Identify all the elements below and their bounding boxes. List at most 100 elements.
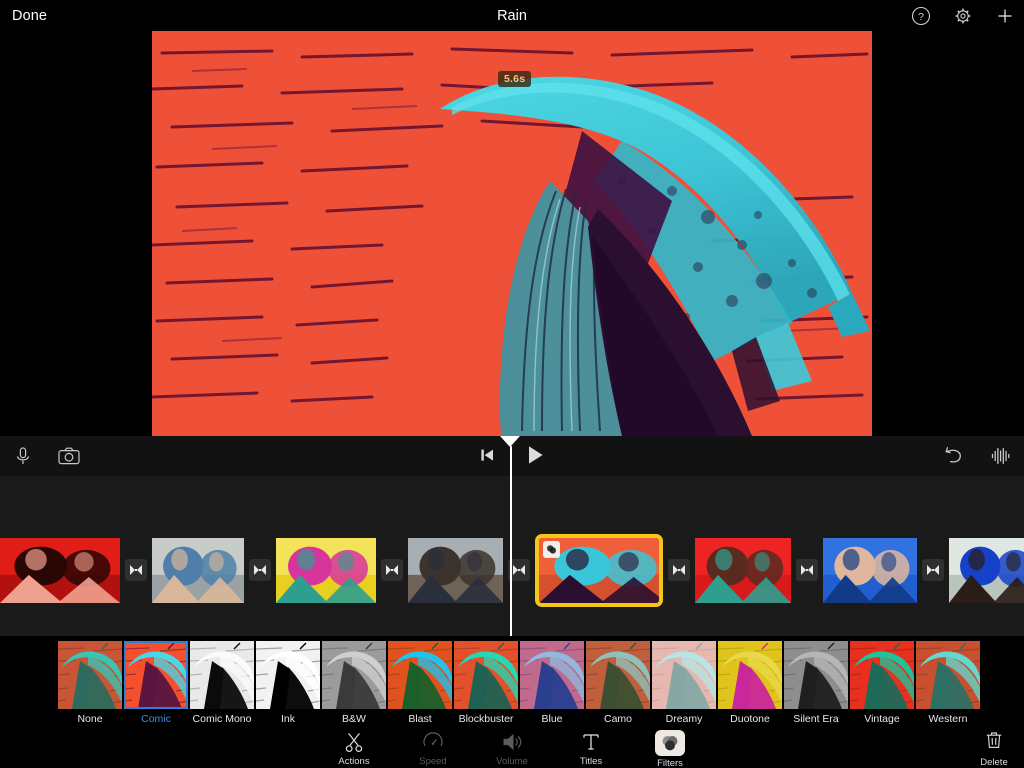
clip-thumbnail: [276, 537, 376, 603]
filter-label: Vintage: [864, 713, 900, 725]
timeline-clip[interactable]: [949, 537, 1024, 603]
playhead-line[interactable]: [510, 476, 512, 636]
filter-item-blue[interactable]: Blue: [519, 641, 585, 725]
page-title: Rain: [497, 7, 527, 24]
clip-filter-badge-icon: [543, 540, 560, 558]
skip-back-icon[interactable]: [474, 442, 500, 468]
clip-thumbnail: [152, 537, 244, 603]
filter-item-silent-era[interactable]: Silent Era: [783, 641, 849, 725]
filters-icon: [655, 730, 685, 756]
toolbar-item-label: Titles: [579, 756, 603, 767]
filter-label: Duotone: [730, 713, 770, 725]
filter-item-duotone[interactable]: Duotone: [717, 641, 783, 725]
imovie-editor: Done Rain ? 5.6s None Comic Comic Mono I…: [0, 0, 1024, 768]
clip-thumbnail: [823, 537, 917, 603]
filter-item-blast[interactable]: Blast: [387, 641, 453, 725]
playhead-line-top: [510, 446, 512, 476]
filter-label: Blue: [541, 713, 563, 725]
help-icon[interactable]: ?: [910, 5, 932, 27]
timeline-clip[interactable]: [152, 537, 244, 603]
video-preview[interactable]: [152, 31, 872, 436]
filter-thumbnail: [322, 641, 386, 709]
text-t-icon: [581, 730, 601, 754]
filter-thumbnail: [58, 641, 122, 709]
filter-label: Dreamy: [665, 713, 703, 725]
filter-item-dreamy[interactable]: Dreamy: [651, 641, 717, 725]
filter-label: None: [77, 713, 103, 725]
filter-item-ink[interactable]: Ink: [255, 641, 321, 725]
timeline-clip-selected[interactable]: [535, 533, 663, 607]
filter-item-camo[interactable]: Camo: [585, 641, 651, 725]
filter-strip[interactable]: None Comic Comic Mono Ink B&W Blast Blockbuste…: [0, 636, 1024, 726]
filter-thumbnail: [124, 641, 188, 709]
filter-label: Blast: [408, 713, 432, 725]
transition-icon[interactable]: [381, 559, 403, 581]
preview-frame: [152, 31, 872, 436]
filter-label: Western: [928, 713, 968, 725]
top-bar-actions: ?: [910, 5, 1016, 27]
microphone-icon[interactable]: [10, 443, 36, 469]
toolbar-actions-button[interactable]: Actions: [330, 730, 378, 768]
clip-thumbnail: [0, 537, 120, 603]
filter-thumbnail: [388, 641, 452, 709]
toolbar-filters-button[interactable]: Filters: [646, 730, 694, 768]
toolbar-item-label: Volume: [496, 756, 528, 767]
transition-icon[interactable]: [668, 559, 690, 581]
speaker-icon: [501, 730, 523, 754]
add-media-icon[interactable]: [994, 5, 1016, 27]
clip-duration-badge: 5.6s: [498, 71, 532, 88]
transition-icon[interactable]: [249, 559, 271, 581]
timeline-clip[interactable]: [276, 537, 376, 603]
bottom-toolbar: Actions Speed Volume Titles Filters Delete: [0, 726, 1024, 768]
clip-thumbnail: [949, 537, 1024, 603]
settings-icon[interactable]: [952, 5, 974, 27]
filter-thumbnail: [256, 641, 320, 709]
svg-text:?: ?: [918, 11, 924, 23]
filter-thumbnail: [454, 641, 518, 709]
filter-thumbnail: [718, 641, 782, 709]
undo-icon[interactable]: [940, 443, 966, 469]
clip-strip: [0, 533, 1024, 607]
filter-label: Comic Mono: [192, 713, 252, 725]
timeline-clip[interactable]: [823, 537, 917, 603]
delete-button[interactable]: Delete: [970, 730, 1018, 768]
trash-icon: [985, 730, 1003, 755]
transition-icon[interactable]: [125, 559, 147, 581]
clip-thumbnail: [408, 537, 503, 603]
timeline-clip[interactable]: [0, 537, 120, 603]
filter-label: Ink: [280, 713, 295, 725]
filter-label: B&W: [342, 713, 366, 725]
top-bar: Done Rain ?: [0, 0, 1024, 31]
toolbar-titles-button[interactable]: Titles: [567, 730, 615, 768]
camera-icon[interactable]: [56, 443, 82, 469]
toolbar-item-label: Speed: [419, 756, 447, 767]
filter-label: Silent Era: [793, 713, 839, 725]
toolbar-item-label: Actions: [338, 756, 370, 767]
filter-item-comic[interactable]: Comic: [123, 641, 189, 725]
speedometer-icon: [422, 730, 444, 754]
filter-item-blockbuster[interactable]: Blockbuster: [453, 641, 519, 725]
filter-label: Comic: [141, 713, 171, 725]
filter-item-bw[interactable]: B&W: [321, 641, 387, 725]
timeline[interactable]: [0, 476, 1024, 636]
transition-icon[interactable]: [796, 559, 818, 581]
filter-label: Blockbuster: [458, 713, 514, 725]
filter-item-vintage[interactable]: Vintage: [849, 641, 915, 725]
transition-icon[interactable]: [922, 559, 944, 581]
toolbar-tools: Actions Speed Volume Titles Filters: [0, 730, 1024, 768]
toolbar-volume-button: Volume: [488, 730, 536, 768]
waveform-icon[interactable]: [988, 443, 1014, 469]
toolbar-speed-button: Speed: [409, 730, 457, 768]
filter-item-comic-mono[interactable]: Comic Mono: [189, 641, 255, 725]
filter-thumbnail: [520, 641, 584, 709]
delete-label: Delete: [980, 757, 1008, 768]
filter-label: Camo: [603, 713, 632, 725]
timeline-clip[interactable]: [408, 537, 503, 603]
timeline-clip[interactable]: [695, 537, 791, 603]
filter-list: None Comic Comic Mono Ink B&W Blast Blockbuste…: [57, 641, 981, 725]
filter-item-none[interactable]: None: [57, 641, 123, 725]
filter-item-western[interactable]: Western: [915, 641, 981, 725]
toolbar-item-label: Filters: [657, 758, 683, 768]
play-icon[interactable]: [522, 442, 548, 468]
filter-thumbnail: [190, 641, 254, 709]
